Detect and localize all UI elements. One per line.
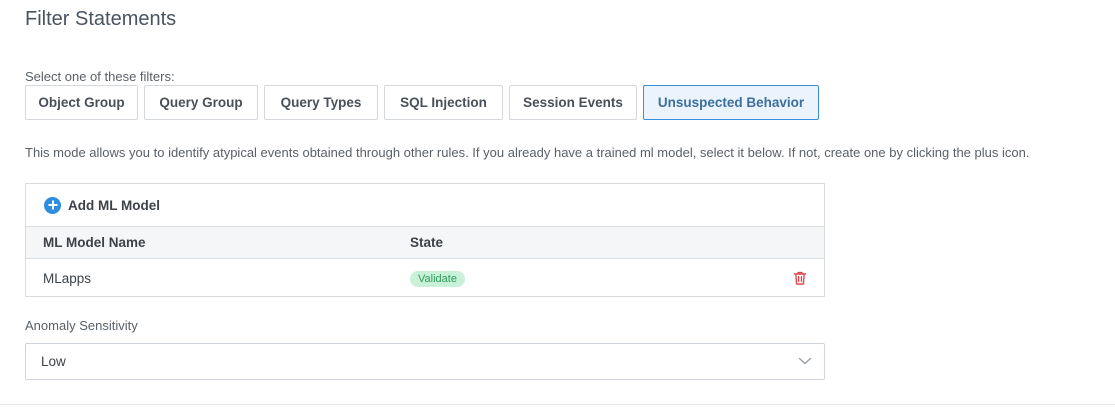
chevron-down-icon — [798, 357, 812, 365]
plus-circle-icon — [44, 196, 61, 214]
column-header-ml-model-name: ML Model Name — [43, 235, 146, 250]
ml-model-name-cell: MLapps — [43, 271, 92, 286]
table-header: ML Model Name State — [26, 227, 824, 259]
tab-query-group[interactable]: Query Group — [144, 85, 258, 120]
filter-statements-panel: Filter Statements Select one of these fi… — [0, 0, 1115, 407]
filter-tabs: Object Group Query Group Query Types SQL… — [25, 85, 825, 120]
add-ml-model-label: Add ML Model — [68, 197, 160, 213]
table-row: MLapps Validate — [26, 259, 824, 298]
filters-label: Select one of these filters: — [25, 69, 175, 84]
tab-unsuspected-behavior[interactable]: Unsuspected Behavior — [643, 85, 819, 120]
trash-icon[interactable] — [792, 270, 808, 286]
page-title: Filter Statements — [25, 8, 177, 30]
anomaly-sensitivity-value: Low — [41, 354, 66, 369]
bottom-divider — [0, 404, 1115, 405]
tab-sql-injection[interactable]: SQL Injection — [384, 85, 503, 120]
tab-object-group[interactable]: Object Group — [25, 85, 138, 120]
column-header-state: State — [410, 235, 444, 250]
tab-query-types[interactable]: Query Types — [264, 85, 378, 120]
filter-description: This mode allows you to identify atypica… — [25, 145, 1030, 160]
state-badge: Validate — [410, 271, 465, 287]
anomaly-sensitivity-label: Anomaly Sensitivity — [25, 318, 138, 333]
add-ml-model-button[interactable]: Add ML Model — [26, 184, 824, 227]
anomaly-sensitivity-select[interactable]: Low — [25, 343, 825, 380]
tab-session-events[interactable]: Session Events — [509, 85, 637, 120]
ml-model-table: Add ML Model ML Model Name State MLapps … — [25, 183, 825, 297]
